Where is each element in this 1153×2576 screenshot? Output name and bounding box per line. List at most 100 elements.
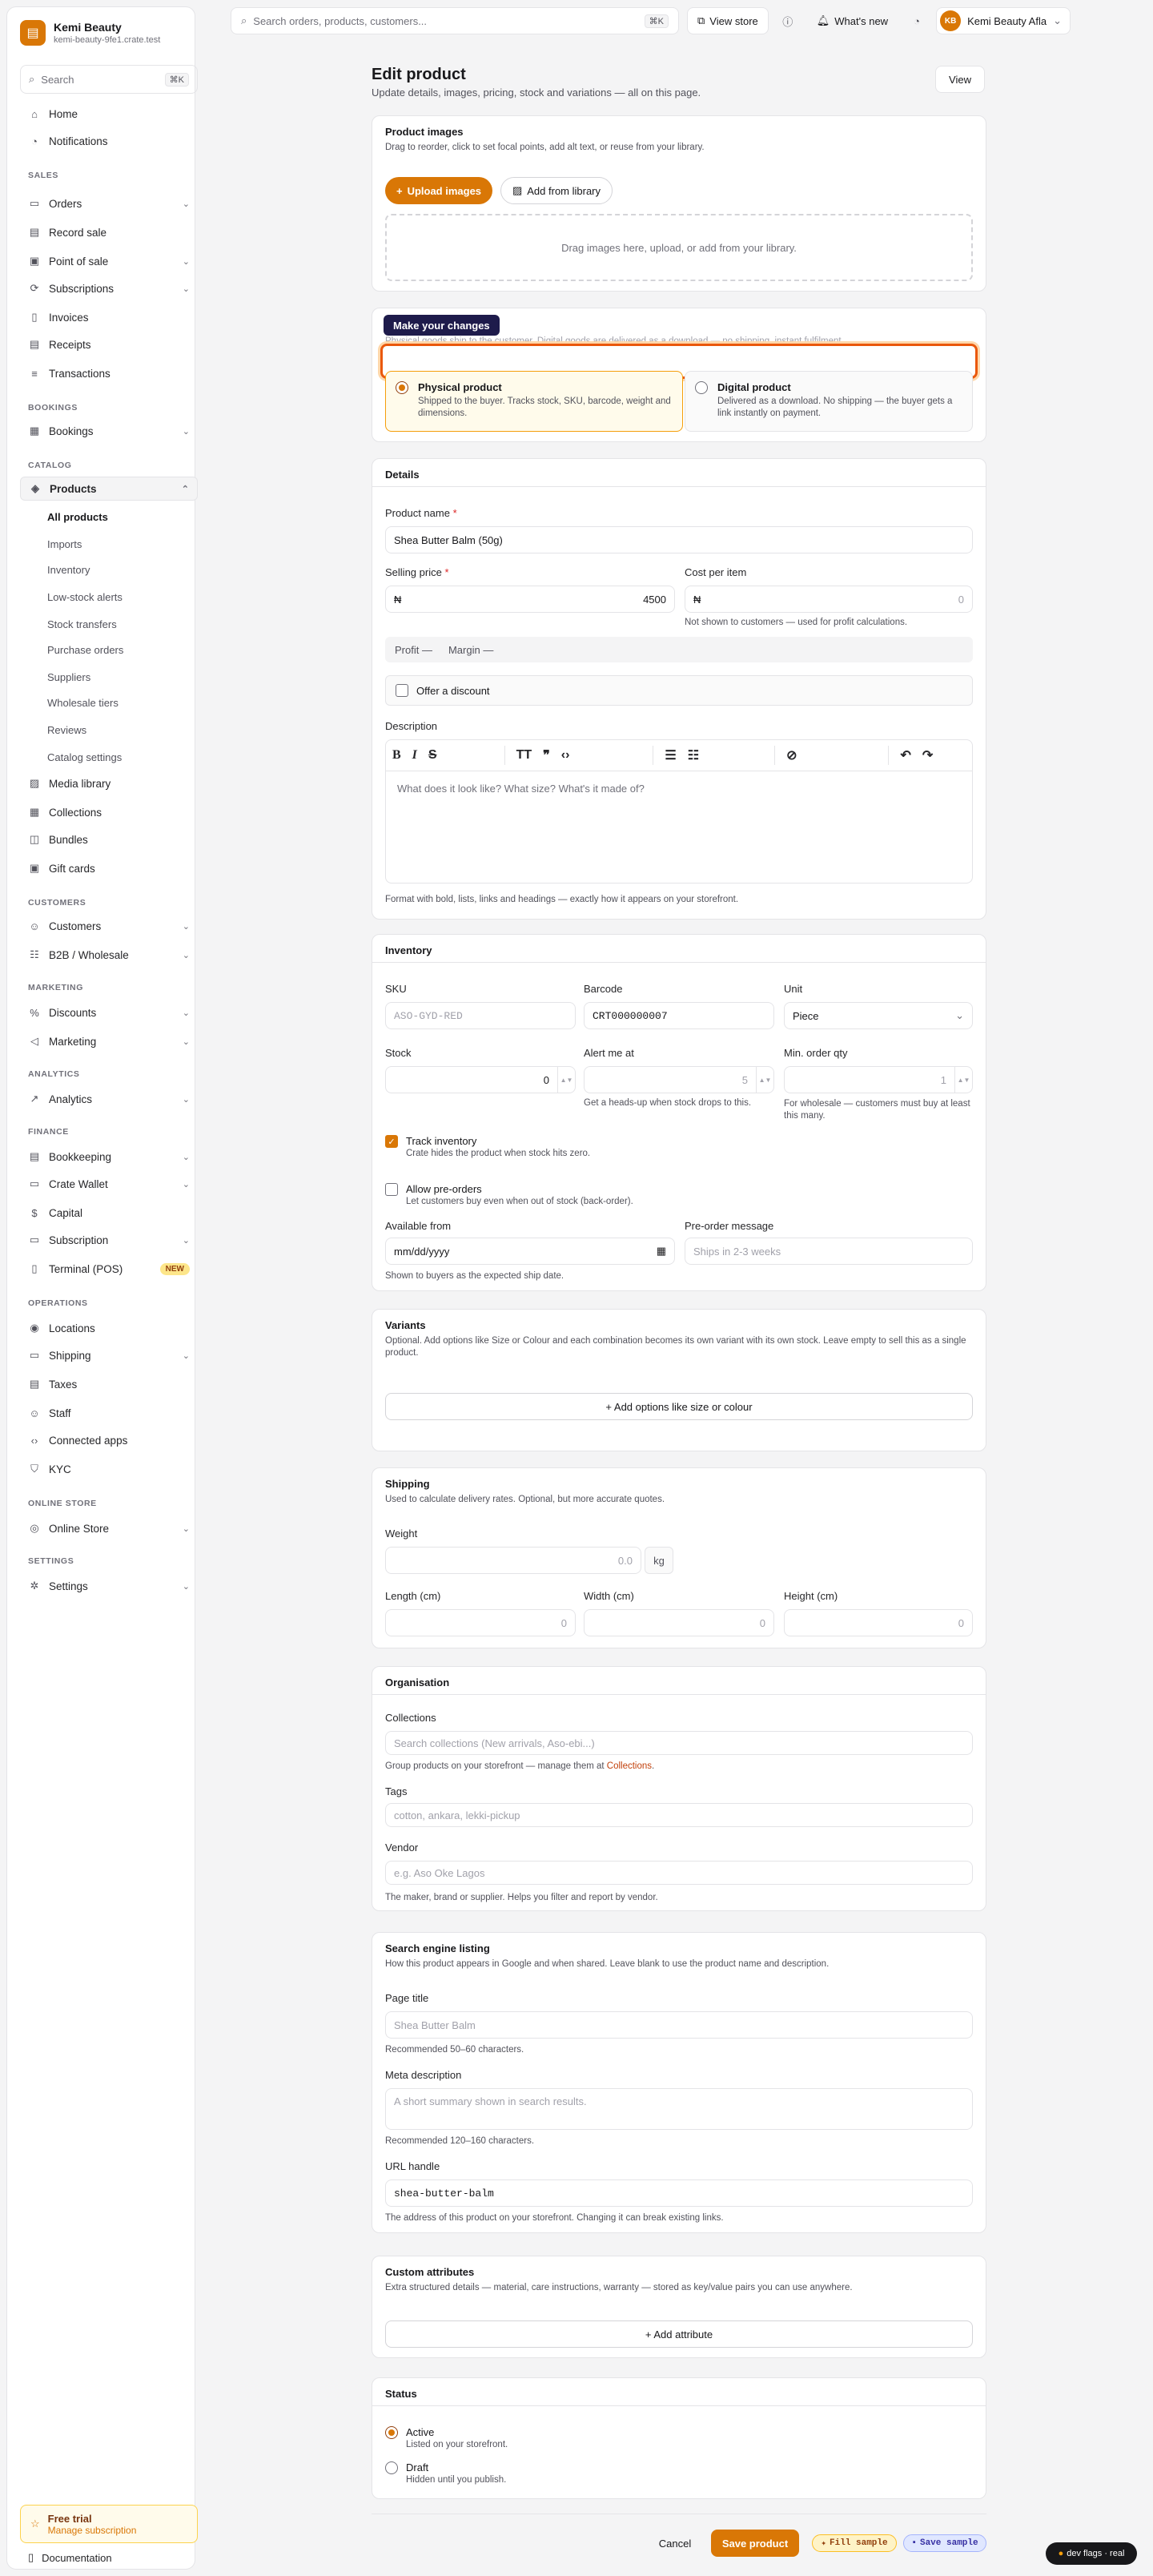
italic-icon[interactable]: I (412, 748, 417, 763)
sidebar-item-subscriptions[interactable]: ⟳ Subscriptions ⌄ (20, 276, 198, 300)
whats-new-button[interactable]: 🔔︎ What's new (807, 7, 898, 34)
sidebar-item-capital[interactable]: $ Capital (20, 1201, 198, 1225)
width-input[interactable]: 0 (584, 1609, 774, 1636)
sidebar-item-pos[interactable]: ▣ Point of sale ⌄ (20, 249, 198, 273)
sidebar-sub-all-products[interactable]: All products (47, 507, 108, 526)
bullet-list-icon[interactable]: ☰ (665, 747, 676, 763)
quote-icon[interactable]: ❞ (543, 747, 550, 763)
offer-discount-row[interactable]: Offer a discount (385, 675, 973, 706)
heading-icon[interactable]: TT (516, 748, 532, 763)
upload-images-button[interactable]: + Upload images (385, 177, 492, 204)
weight-input[interactable]: 0.0 (385, 1547, 641, 1574)
add-from-library-button[interactable]: ▨ Add from library (500, 177, 613, 204)
account-menu[interactable]: KB Kemi Beauty Afla ⌄ (936, 7, 1071, 34)
sidebar-item-wallet[interactable]: ▭ Crate Wallet ⌄ (20, 1172, 198, 1196)
sidebar-item-analytics[interactable]: ↗ Analytics ⌄ (20, 1087, 198, 1111)
sidebar-sub-inventory[interactable]: Inventory (47, 560, 90, 579)
code-icon[interactable]: ‹› (561, 748, 570, 763)
stepper-icon[interactable]: ▲▼ (557, 1067, 575, 1093)
discount-checkbox[interactable] (396, 684, 408, 697)
view-store-button[interactable]: ⧉ View store (687, 7, 769, 34)
sidebar-item-terminal[interactable]: ▯ Terminal (POS) NEW (20, 1257, 198, 1281)
save-sample-button[interactable]: ▪ Save sample (903, 2534, 986, 2552)
vendor-input[interactable]: e.g. Aso Oke Lagos (385, 1861, 973, 1885)
sidebar-sub-wholesale-tiers[interactable]: Wholesale tiers (47, 693, 119, 712)
undo-icon[interactable]: ↶ (900, 747, 910, 763)
calendar-icon[interactable]: ▦ (657, 1245, 666, 1258)
sidebar-sub-suppliers[interactable]: Suppliers (47, 667, 90, 686)
height-input[interactable]: 0 (784, 1609, 973, 1636)
fill-sample-button[interactable]: ✦ Fill sample (812, 2534, 897, 2552)
meta-description-textarea[interactable]: A short summary shown in search results. (385, 2088, 973, 2130)
sku-input[interactable]: ASO-GYD-RED (385, 1002, 576, 1029)
sidebar-item-bookkeeping[interactable]: ▤ Bookkeeping ⌄ (20, 1145, 198, 1169)
global-search[interactable]: ⌕ Search orders, products, customers... … (231, 7, 679, 34)
status-active-option[interactable]: Active Listed on your storefront. (385, 2426, 508, 2449)
redo-icon[interactable]: ↷ (922, 747, 933, 763)
sidebar-search[interactable]: ⌕ Search ⌘K (20, 65, 198, 94)
sidebar-item-online-store[interactable]: ◎ Online Store ⌄ (20, 1516, 198, 1540)
min-order-input[interactable]: 1 ▲▼ (784, 1066, 973, 1093)
barcode-input[interactable]: CRT000000007 (584, 1002, 774, 1029)
cost-input[interactable]: ₦ 0 (685, 586, 973, 613)
sidebar-item-receipts[interactable]: ▤ Receipts (20, 332, 198, 356)
sidebar-item-media[interactable]: ▨ Media library (20, 771, 198, 795)
free-trial-banner[interactable]: ☆ Free trial Manage subscription (20, 2505, 198, 2543)
cancel-button[interactable]: Cancel (647, 2530, 703, 2557)
sidebar-item-settings[interactable]: ✲ Settings ⌄ (20, 1574, 198, 1598)
sidebar-item-products[interactable]: ◈ Products ⌃ (20, 477, 198, 501)
sidebar-item-bundles[interactable]: ◫ Bundles (20, 827, 198, 851)
sidebar-item-bookings[interactable]: ▦ Bookings ⌄ (20, 419, 198, 443)
collections-input[interactable]: Search collections (New arrivals, Aso-eb… (385, 1731, 973, 1755)
sidebar-item-kyc[interactable]: ⛉ KYC (20, 1457, 198, 1481)
active-radio[interactable] (385, 2426, 398, 2439)
digital-product-option[interactable]: Digital product Delivered as a download.… (685, 371, 973, 432)
url-handle-input[interactable]: shea-butter-balm (385, 2180, 973, 2207)
view-button[interactable]: View (935, 66, 985, 93)
stepper-icon[interactable]: ▲▼ (954, 1067, 972, 1093)
status-draft-option[interactable]: Draft Hidden until you publish. (385, 2461, 506, 2485)
sidebar-item-home[interactable]: ⌂ Home (20, 102, 198, 126)
pre-orders-checkbox[interactable] (385, 1183, 398, 1196)
digital-radio[interactable] (695, 381, 708, 394)
sidebar-item-taxes[interactable]: ▤ Taxes (20, 1372, 198, 1396)
strikethrough-icon[interactable]: S (428, 748, 437, 763)
documentation-link[interactable]: ▯ Documentation (28, 2551, 112, 2564)
add-attribute-button[interactable]: + Add attribute (385, 2320, 973, 2348)
product-name-input[interactable]: Shea Butter Balm (50g) (385, 526, 973, 553)
sidebar-item-discounts[interactable]: % Discounts ⌄ (20, 1000, 198, 1024)
description-editor[interactable]: What does it look like? What size? What'… (385, 771, 973, 883)
sidebar-item-collections[interactable]: ▦ Collections (20, 800, 198, 824)
sidebar-item-locations[interactable]: ◉ Locations (20, 1316, 198, 1340)
length-input[interactable]: 0 (385, 1609, 576, 1636)
add-options-button[interactable]: + Add options like size or colour (385, 1393, 973, 1420)
sidebar-item-transactions[interactable]: ≡ Transactions (20, 361, 198, 385)
selling-price-input[interactable]: ₦ 4500 (385, 586, 675, 613)
collections-link[interactable]: Collections (607, 1761, 652, 1771)
sidebar-item-customers[interactable]: ☺ Customers ⌄ (20, 914, 198, 938)
tags-input[interactable]: cotton, ankara, lekki-pickup (385, 1803, 973, 1827)
sidebar-sub-imports[interactable]: Imports (47, 534, 82, 553)
track-inventory-row[interactable]: ✓ Track inventory Crate hides the product… (385, 1135, 590, 1158)
alert-input[interactable]: 5 ▲▼ (584, 1066, 774, 1093)
link-icon[interactable]: ⊘ (786, 747, 797, 763)
sidebar-sub-low-stock[interactable]: Low-stock alerts (47, 587, 123, 606)
available-from-input[interactable]: mm/dd/yyyy ▦ (385, 1238, 675, 1265)
sidebar-item-staff[interactable]: ☺ Staff (20, 1401, 198, 1425)
sidebar-item-apps[interactable]: ‹› Connected apps (20, 1428, 198, 1452)
track-inventory-checkbox[interactable]: ✓ (385, 1135, 398, 1148)
sidebar-sub-catalog-settings[interactable]: Catalog settings (47, 747, 122, 767)
image-dropzone[interactable]: Drag images here, upload, or add from yo… (385, 214, 973, 281)
stock-input[interactable]: 0 ▲▼ (385, 1066, 576, 1093)
manage-subscription-link[interactable]: Manage subscription (48, 2525, 137, 2536)
bold-icon[interactable]: B (392, 748, 401, 763)
sidebar-sub-reviews[interactable]: Reviews (47, 720, 86, 739)
page-title-input[interactable]: Shea Butter Balm (385, 2011, 973, 2039)
brand[interactable]: ▤ Kemi Beauty kemi-beauty-9fe1.crate.tes… (20, 20, 160, 46)
sidebar-item-marketing[interactable]: ◁ Marketing ⌄ (20, 1029, 198, 1053)
help-icon[interactable]: ⓘ (777, 10, 799, 32)
pre-order-message-input[interactable]: Ships in 2-3 weeks (685, 1238, 973, 1265)
physical-product-option[interactable]: Physical product Shipped to the buyer. T… (385, 371, 683, 432)
sidebar-item-notifications[interactable]: ◔ Notifications (20, 129, 198, 153)
sidebar-item-gift-cards[interactable]: ▣ Gift cards (20, 856, 198, 880)
